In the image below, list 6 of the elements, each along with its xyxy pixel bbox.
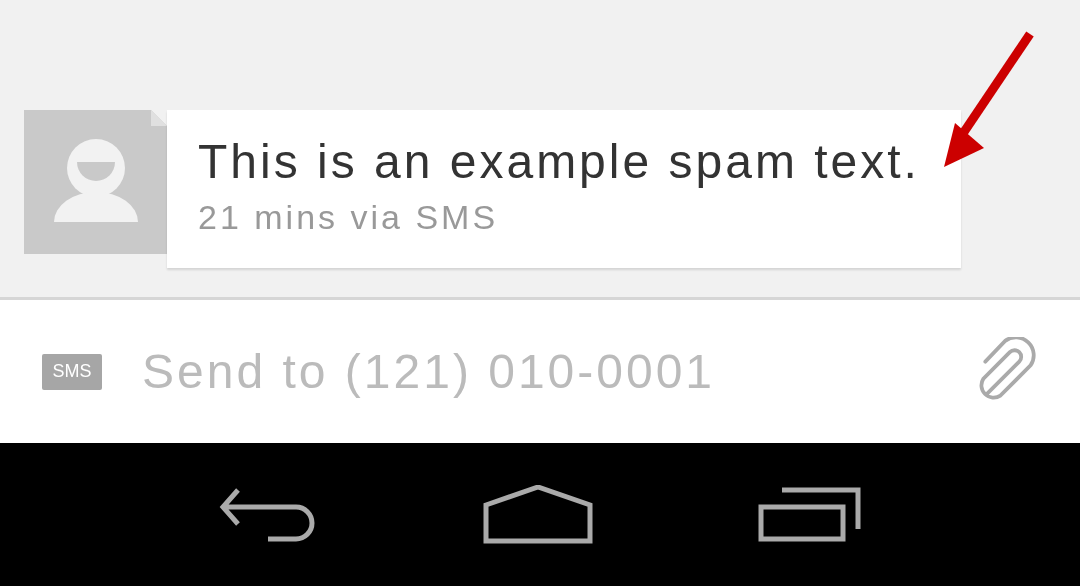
message-time: 21 mins via SMS [198,196,500,238]
message-text: This is an example spam text. [198,136,921,189]
sms-badge[interactable]: SMS [42,353,102,390]
home-icon[interactable] [483,484,593,545]
recipient-field[interactable]: Send to (121) 010-0001 [142,344,934,399]
avatar-icon [24,110,167,254]
